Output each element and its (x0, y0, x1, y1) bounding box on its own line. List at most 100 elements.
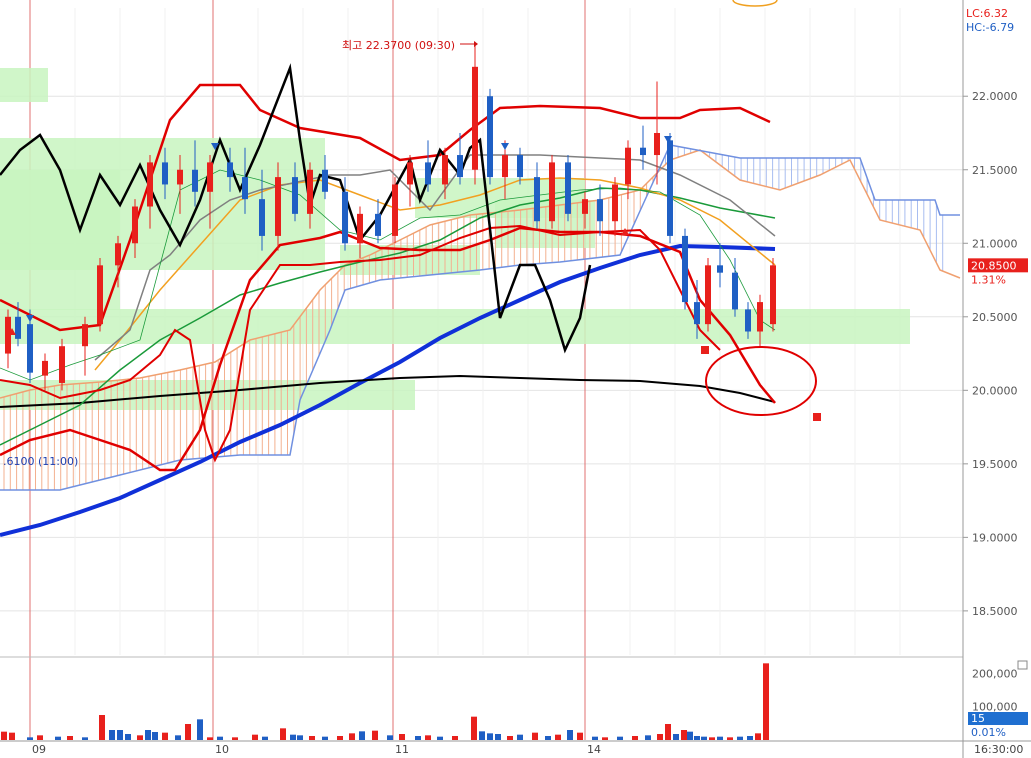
candle-up (275, 177, 281, 236)
candle-up (502, 155, 508, 178)
y-tick-label: 19.0000 (972, 531, 1018, 544)
volume-bar (399, 734, 405, 740)
time-label: 16:30:00 (974, 743, 1023, 756)
candle-down (717, 265, 723, 273)
volume-bar (1, 731, 7, 740)
volume-bar (425, 735, 431, 740)
volume-bar (681, 730, 687, 740)
volume-bar (577, 732, 583, 740)
candle-up (177, 169, 183, 185)
volume-bar (645, 735, 651, 740)
last-volume: 15 (971, 712, 985, 725)
volume-bar (99, 715, 105, 740)
candle-up (582, 199, 588, 214)
lc-label: LC:6.32 (966, 7, 1008, 20)
volume-tick-label: 200,000 (972, 667, 1018, 680)
candle-down (342, 191, 348, 244)
volume-bar (109, 730, 115, 740)
volume-bar (717, 736, 723, 740)
candle-up (549, 162, 555, 222)
candle-down (259, 199, 265, 236)
volume-bar (479, 731, 485, 740)
volume-bar (747, 736, 753, 740)
y-tick-label: 19.5000 (972, 458, 1018, 471)
volume-bar (197, 719, 203, 740)
candle-up (357, 213, 363, 244)
candle-down (682, 235, 688, 303)
signal-square (813, 413, 821, 421)
volume-bar (545, 736, 551, 740)
candle-down (745, 309, 751, 332)
candle-down (732, 272, 738, 310)
last-change: 1.31% (971, 273, 1006, 286)
volume-bar (592, 736, 598, 740)
candle-up (625, 147, 631, 185)
low-annotation: .6100 (11:00) (3, 455, 78, 468)
volume-bar (617, 736, 623, 740)
chart-background (0, 0, 1031, 758)
last-price: 20.8500 (971, 259, 1017, 272)
volume-bar (9, 732, 15, 740)
candle-up (207, 162, 213, 192)
candle-down (15, 316, 21, 339)
volume-bar (452, 736, 458, 740)
volume-bar (349, 733, 355, 740)
volume-bar (632, 736, 638, 740)
candle-up (442, 155, 448, 185)
volume-bar (567, 730, 573, 740)
highlight-zone (0, 68, 48, 102)
y-tick-label: 21.5000 (972, 164, 1018, 177)
x-tick-label: 09 (32, 743, 46, 756)
volume-bar (232, 737, 238, 740)
candle-up (654, 132, 660, 156)
candle-down (292, 177, 298, 214)
volume-bar (471, 716, 477, 740)
candle-up (42, 360, 48, 376)
candle-down (517, 155, 523, 178)
candle-down (457, 155, 463, 178)
last-volume-change: 0.01% (971, 726, 1006, 739)
y-tick-label: 20.0000 (972, 384, 1018, 397)
y-tick-label: 21.0000 (972, 237, 1018, 250)
candle-up (407, 162, 413, 185)
y-tick-label: 18.5000 (972, 605, 1018, 618)
candle-down (242, 177, 248, 200)
panel-resize-icon (1017, 660, 1028, 670)
volume-bar (387, 735, 393, 740)
y-axis-background (963, 0, 1031, 758)
high-annotation: 최고 22.3700 (09:30) (342, 39, 455, 52)
volume-bar (665, 724, 671, 740)
volume-bar (495, 734, 501, 740)
volume-bar (322, 736, 328, 740)
volume-bar (657, 734, 663, 740)
candle-up (705, 265, 711, 325)
candle-down (534, 177, 540, 222)
x-axis-background (0, 741, 1031, 758)
candle-down (27, 324, 33, 373)
y-tick-label: 22.0000 (972, 90, 1018, 103)
volume-bar (125, 734, 131, 740)
volume-bar (37, 735, 43, 740)
candle-up (307, 169, 313, 214)
volume-bar (185, 724, 191, 740)
candle-down (375, 213, 381, 236)
volume-bar (82, 737, 88, 740)
candle-down (162, 162, 168, 185)
candle-down (425, 162, 431, 185)
volume-bar (145, 730, 151, 740)
volume-bar (297, 735, 303, 740)
volume-bar (67, 736, 73, 740)
candle-up (472, 66, 478, 170)
volume-bar (555, 734, 561, 740)
hc-label: HC:-6.79 (966, 21, 1014, 34)
volume-bar (602, 737, 608, 740)
candle-down (640, 147, 646, 156)
price-chart[interactable]: 22.0000 21.5000 21.0000 20.5000 20.0000 19.50… (0, 0, 1031, 758)
volume-bar (117, 730, 123, 740)
volume-bar (175, 735, 181, 740)
candle-up (59, 346, 65, 383)
volume-bar (694, 736, 700, 740)
x-tick-label: 11 (395, 743, 409, 756)
volume-bar (507, 736, 513, 740)
candle-up (757, 302, 763, 332)
